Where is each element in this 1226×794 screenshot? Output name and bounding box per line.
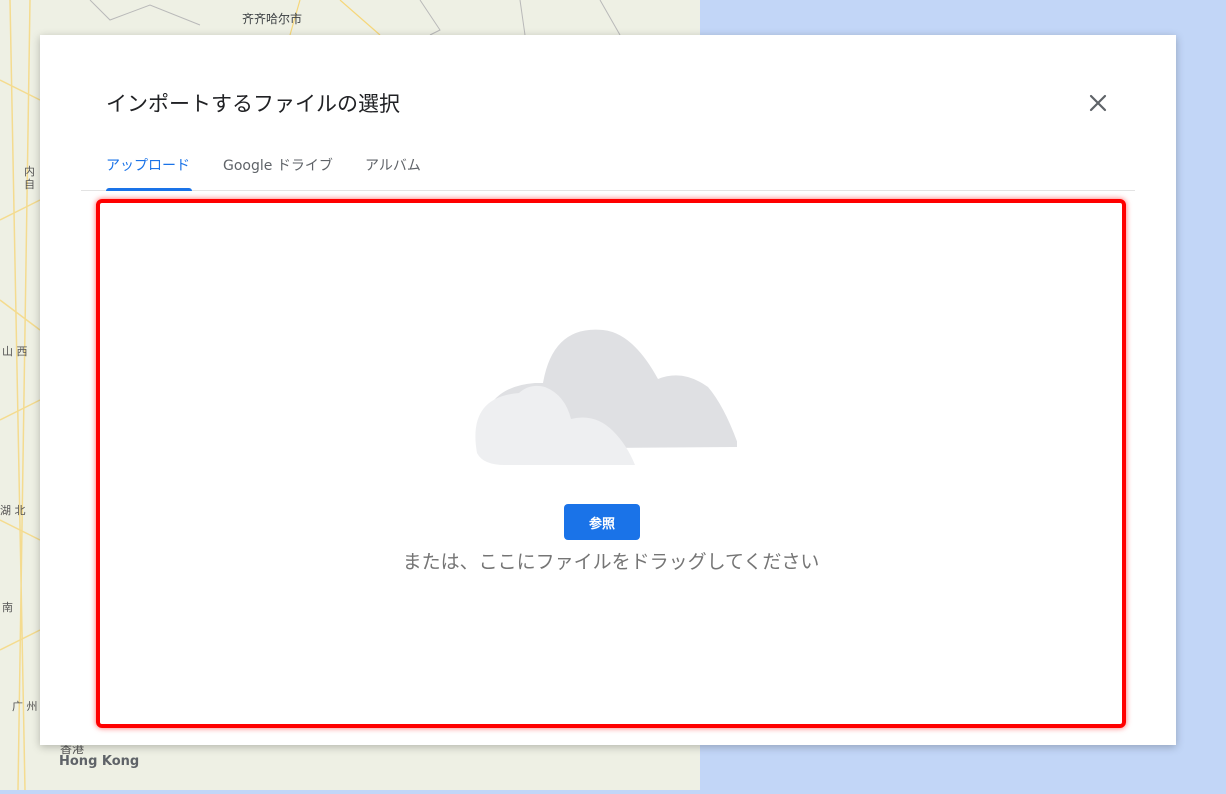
close-button[interactable] [1086, 91, 1110, 115]
map-label-side: 广 州 [12, 700, 38, 713]
map-label-side: 南 [2, 601, 13, 614]
cloud-icon [475, 329, 737, 465]
import-file-dialog: インポートするファイルの選択 アップロード Google ドライブ アルバム 参… [40, 35, 1176, 745]
tab-album[interactable]: アルバム [365, 155, 421, 189]
browse-button[interactable]: 参照 [564, 504, 640, 540]
tab-google-drive[interactable]: Google ドライブ [223, 155, 333, 189]
map-label-side: 山 西 [2, 345, 28, 358]
tab-upload[interactable]: アップロード [106, 155, 192, 191]
map-label-side: 自 [24, 178, 35, 191]
dialog-title: インポートするファイルの選択 [106, 92, 400, 116]
upload-dropzone[interactable]: 参照 または、ここにファイルをドラッグしてください [96, 199, 1126, 728]
close-icon [1089, 94, 1107, 112]
map-label-city: 齐齐哈尔市 [242, 12, 303, 26]
map-label-hongkong-en: Hong Kong [59, 754, 140, 769]
map-label-side: 湖 北 [0, 504, 26, 517]
drag-hint-text: または、ここにファイルをドラッグしてください [402, 551, 820, 573]
tab-bar: アップロード Google ドライブ アルバム [81, 147, 1135, 191]
